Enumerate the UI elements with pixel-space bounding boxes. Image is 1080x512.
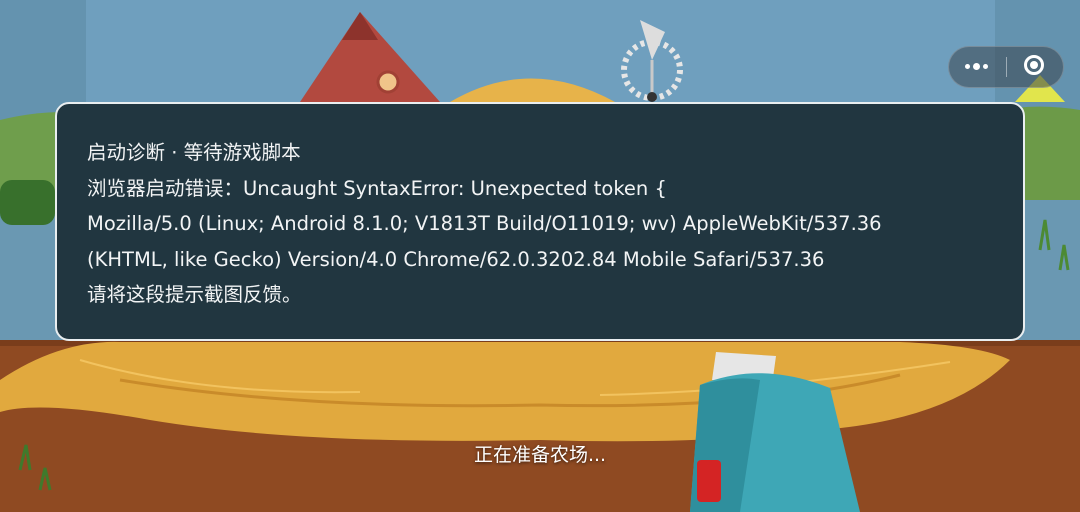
user-agent-line-2: (KHTML, like Gecko) Version/4.0 Chrome/6…: [87, 247, 825, 271]
loading-status-text: 正在准备农场...: [473, 444, 607, 466]
more-menu-button[interactable]: [949, 47, 1006, 87]
user-agent-line-1: Mozilla/5.0 (Linux; Android 8.1.0; V1813…: [87, 212, 882, 235]
diagnostic-title: 启动诊断 · 等待游戏脚本: [87, 141, 301, 164]
miniprogram-capsule: [948, 46, 1064, 88]
game-scene: 启动诊断 · 等待游戏脚本 浏览器启动错误：Uncaught SyntaxErr…: [0, 0, 1080, 512]
diagnostic-error-message: 浏览器启动错误：Uncaught SyntaxError: Unexpected…: [87, 176, 667, 200]
startup-diagnostic-panel: 启动诊断 · 等待游戏脚本 浏览器启动错误：Uncaught SyntaxErr…: [55, 102, 1025, 341]
feedback-instruction: 请将这段提示截图反馈。: [87, 283, 302, 306]
close-miniprogram-button[interactable]: [1007, 47, 1064, 87]
